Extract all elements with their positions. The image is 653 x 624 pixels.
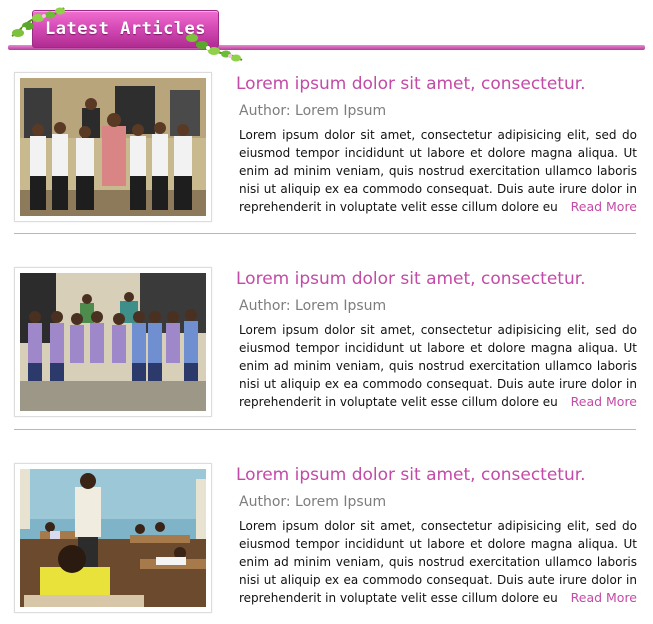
article-divider [14,429,636,430]
classroom-photo-icon[interactable] [20,469,206,607]
group-photo-icon[interactable] [20,78,206,216]
article-author: Author: Lorem Ipsum [239,103,387,119]
article-item: Lorem ipsum dolor sit amet, consectetur.… [14,463,637,613]
article-thumbnail-frame[interactable] [14,72,212,222]
read-more-link[interactable]: Read More [564,393,637,411]
article-item: Lorem ipsum dolor sit amet, consectetur.… [14,72,637,222]
article-title[interactable]: Lorem ipsum dolor sit amet, consectetur. [236,267,636,291]
article-thumbnail-frame[interactable] [14,463,212,613]
article-thumbnail-frame[interactable] [14,267,212,417]
article-author: Author: Lorem Ipsum [239,298,387,314]
vine-decoration-icon [11,7,65,37]
section-header: Latest Articles [0,0,653,62]
article-item: Lorem ipsum dolor sit amet, consectetur.… [14,267,637,417]
article-author: Author: Lorem Ipsum [239,494,387,510]
vine-decoration-icon [185,34,243,62]
article-title[interactable]: Lorem ipsum dolor sit amet, consectetur. [236,463,636,487]
read-more-link[interactable]: Read More [564,198,637,216]
article-title[interactable]: Lorem ipsum dolor sit amet, consectetur. [236,72,636,96]
article-divider [14,233,636,234]
read-more-link[interactable]: Read More [564,589,637,607]
group-photo-icon[interactable] [20,273,206,411]
